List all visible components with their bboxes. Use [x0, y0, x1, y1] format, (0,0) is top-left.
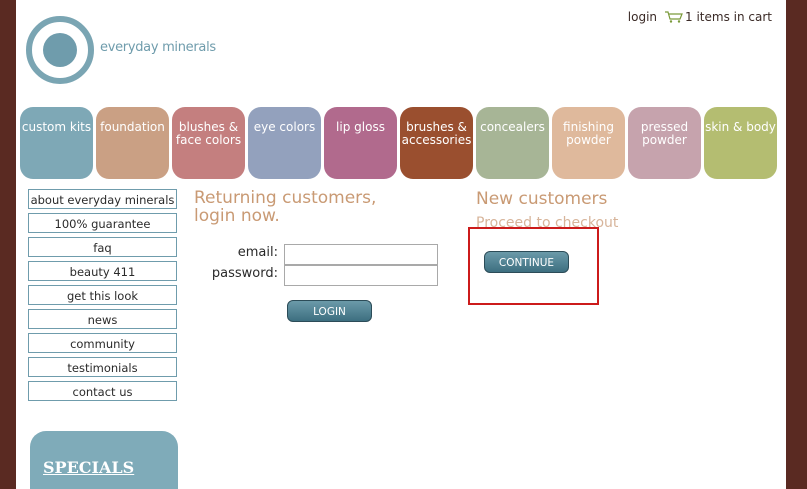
highlight-box: [468, 227, 599, 305]
returning-customers-title: Returning customers, login now.: [194, 189, 404, 225]
category-tabs: custom kits foundation blushes & face colo…: [20, 107, 780, 179]
tab-eye-colors[interactable]: eye colors: [248, 107, 321, 179]
password-label: password:: [211, 266, 278, 281]
email-field[interactable]: [284, 244, 438, 265]
sidebar-item-faq[interactable]: faq: [28, 237, 177, 257]
sidebar-nav: about everyday minerals 100% guarantee faq…: [28, 189, 177, 405]
specials-panel: SPECIALS: [30, 431, 178, 489]
password-field[interactable]: [284, 265, 438, 286]
sidebar-item-get-this-look[interactable]: get this look: [28, 285, 177, 305]
brand-name[interactable]: everyday minerals: [100, 40, 216, 55]
tab-skin-body[interactable]: skin & body: [704, 107, 777, 179]
tab-lip-gloss[interactable]: lip gloss: [324, 107, 397, 179]
login-button[interactable]: LOGIN: [287, 300, 372, 322]
sidebar-item-100-guarantee[interactable]: 100% guarantee: [28, 213, 177, 233]
tab-custom-kits[interactable]: custom kits: [20, 107, 93, 179]
header-links: login 1 items in cart: [628, 10, 772, 24]
logo[interactable]: [26, 16, 94, 84]
tab-blushes-face-colors[interactable]: blushes & face colors: [172, 107, 245, 179]
sidebar-item-community[interactable]: community: [28, 333, 177, 353]
logo-dot-icon: [43, 33, 77, 67]
tab-concealers[interactable]: concealers: [476, 107, 549, 179]
login-link[interactable]: login: [628, 10, 657, 24]
new-customers-title: New customers: [476, 189, 608, 209]
sidebar-item-about-everyday-minerals[interactable]: about everyday minerals: [28, 189, 177, 209]
sidebar-item-news[interactable]: news: [28, 309, 177, 329]
tab-brushes-accessories[interactable]: brushes & accessories: [400, 107, 473, 179]
cart-link[interactable]: 1 items in cart: [665, 10, 772, 24]
email-label: email:: [237, 245, 278, 260]
sidebar-item-contact-us[interactable]: contact us: [28, 381, 177, 401]
tab-pressed-powder[interactable]: pressed powder: [628, 107, 701, 179]
specials-title[interactable]: SPECIALS: [43, 458, 134, 477]
cart-count: 1 items in cart: [685, 10, 772, 24]
returning-title-text: Returning customers, login now.: [194, 188, 377, 226]
tab-finishing-powder[interactable]: finishing powder: [552, 107, 625, 179]
tab-foundation[interactable]: foundation: [96, 107, 169, 179]
page: everyday minerals login 1 items in cart …: [16, 0, 786, 489]
sidebar-item-testimonials[interactable]: testimonials: [28, 357, 177, 377]
sidebar-item-beauty-411[interactable]: beauty 411: [28, 261, 177, 281]
cart-icon: [665, 11, 683, 23]
